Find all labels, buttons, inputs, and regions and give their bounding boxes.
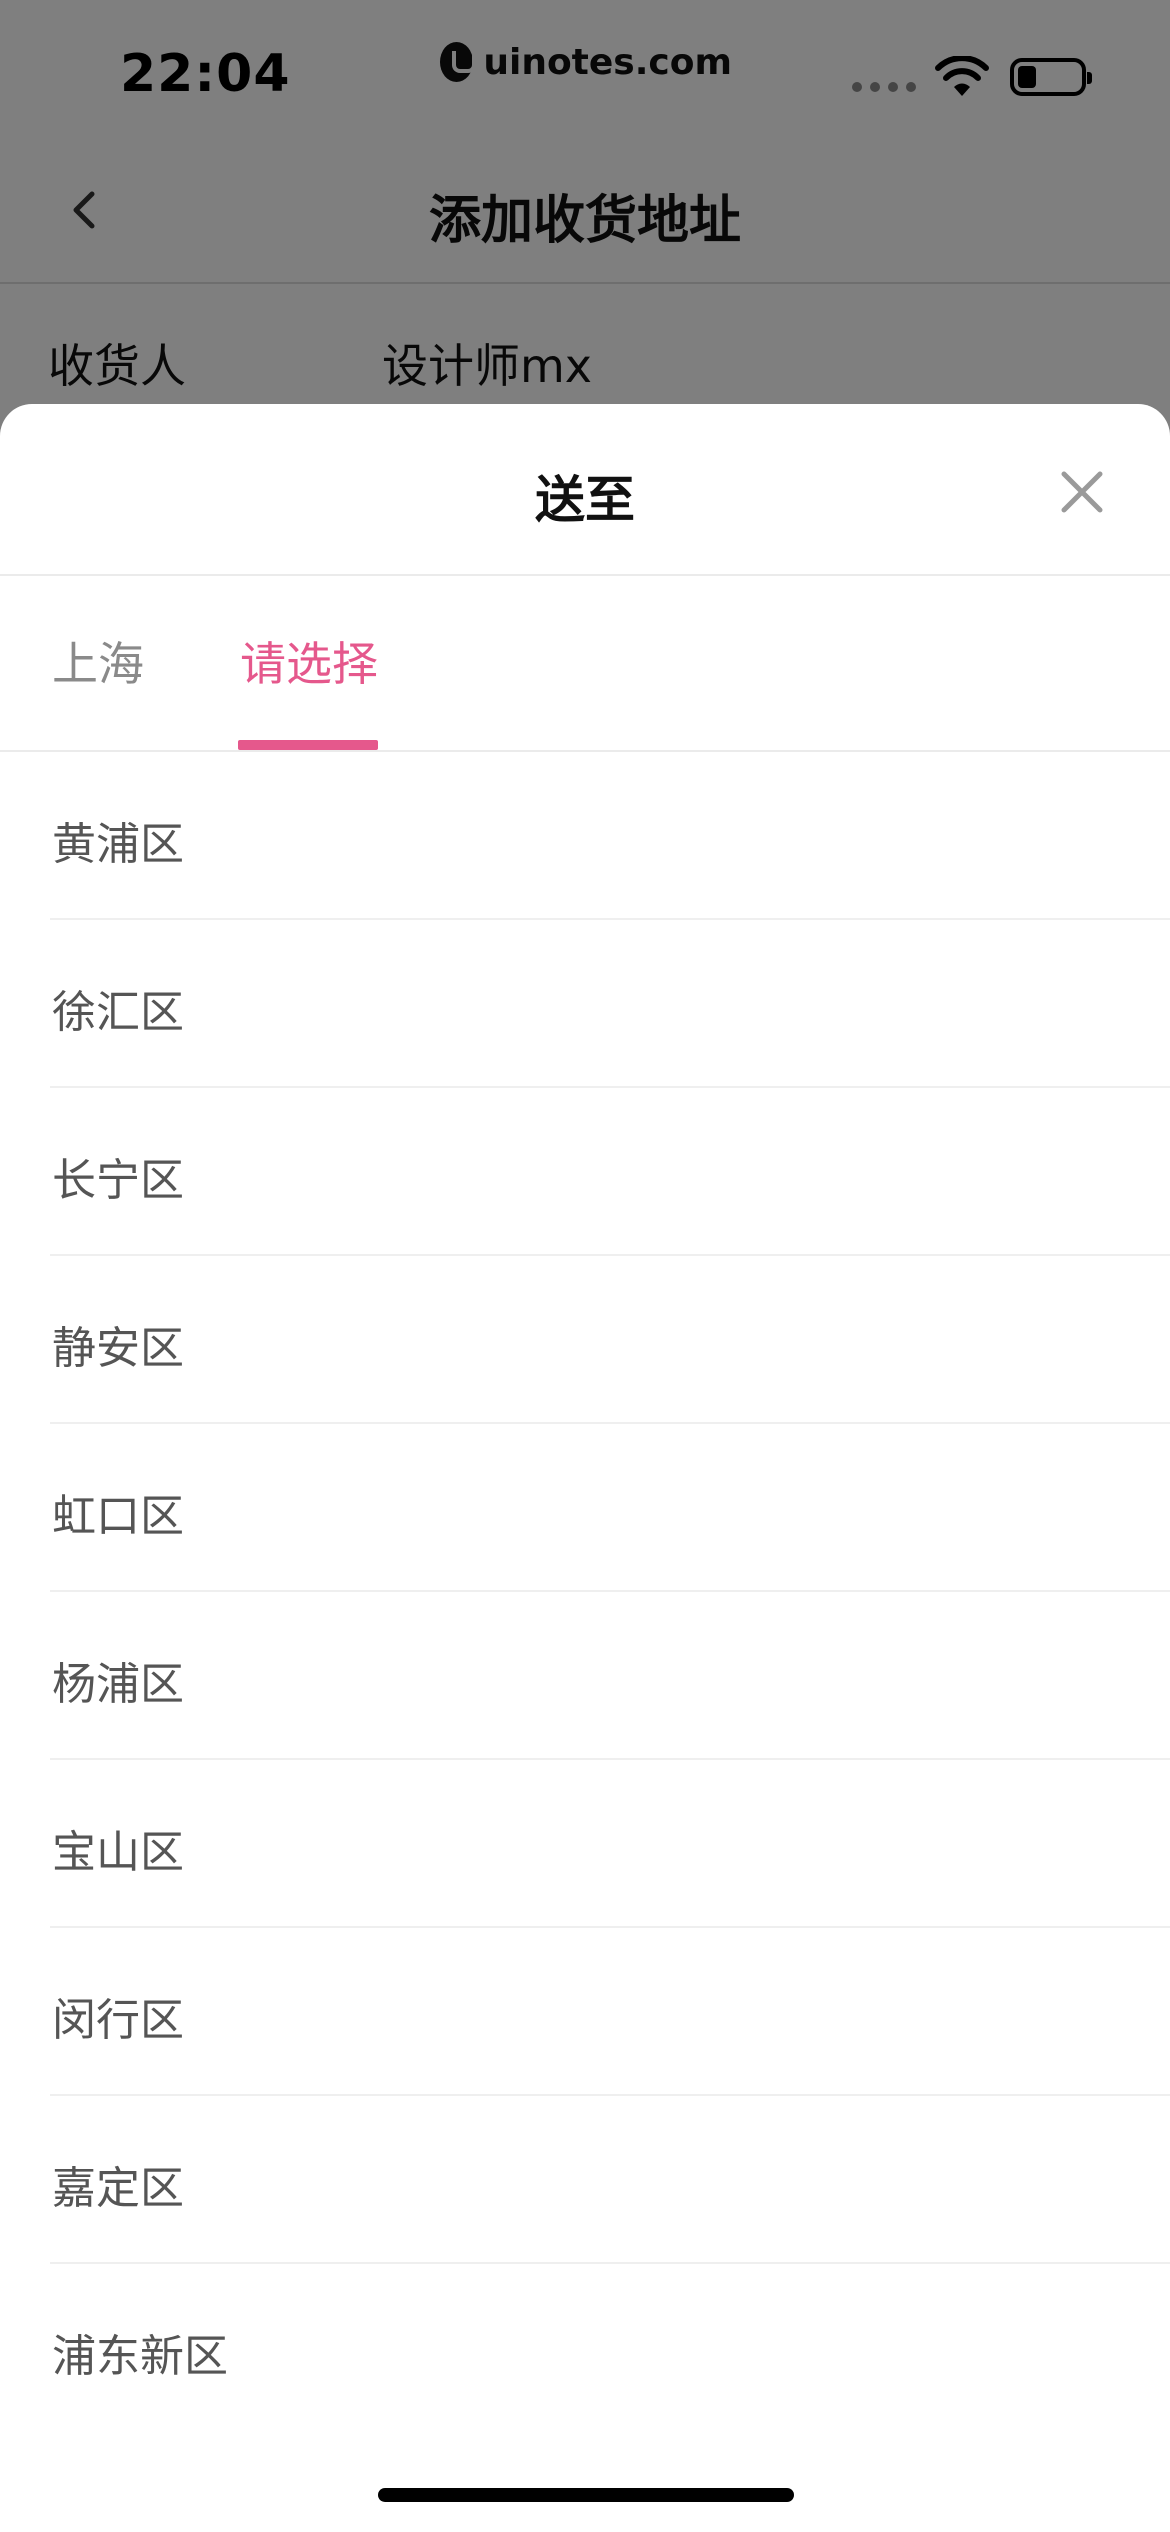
district-label: 杨浦区 — [52, 1659, 184, 1710]
list-item[interactable]: 虹口区 — [0, 1424, 1170, 1592]
list-item[interactable]: 宝山区 — [0, 1760, 1170, 1928]
region-picker-sheet: 送至 上海 请选择 黄浦区 徐汇区 长宁区 静安区 虹口区 杨浦区 宝山区 闵行… — [0, 404, 1170, 2532]
list-item[interactable]: 徐汇区 — [0, 920, 1170, 1088]
district-label: 宝山区 — [52, 1827, 184, 1878]
district-label: 徐汇区 — [52, 987, 184, 1038]
region-tabs: 上海 请选择 — [0, 576, 1170, 752]
list-item[interactable]: 静安区 — [0, 1256, 1170, 1424]
tab-district[interactable]: 请选择 — [240, 628, 378, 694]
sheet-header: 送至 — [0, 404, 1170, 576]
tab-province[interactable]: 上海 — [52, 628, 144, 694]
district-label: 虹口区 — [52, 1491, 184, 1542]
close-icon[interactable] — [1058, 468, 1106, 516]
list-item[interactable]: 杨浦区 — [0, 1592, 1170, 1760]
list-item[interactable]: 黄浦区 — [0, 752, 1170, 920]
district-list: 黄浦区 徐汇区 长宁区 静安区 虹口区 杨浦区 宝山区 闵行区 嘉定区 浦东新区 — [0, 752, 1170, 2432]
list-item[interactable]: 浦东新区 — [0, 2264, 1170, 2432]
district-label: 长宁区 — [52, 1155, 184, 1206]
district-label: 静安区 — [52, 1323, 184, 1374]
sheet-title: 送至 — [535, 471, 635, 529]
home-indicator[interactable] — [378, 2488, 794, 2502]
active-tab-indicator — [238, 740, 378, 750]
list-item[interactable]: 长宁区 — [0, 1088, 1170, 1256]
list-item[interactable]: 闵行区 — [0, 1928, 1170, 2096]
district-label: 黄浦区 — [52, 819, 184, 870]
district-label: 闵行区 — [52, 1995, 184, 2046]
district-label: 嘉定区 — [52, 2163, 184, 2214]
list-item[interactable]: 嘉定区 — [0, 2096, 1170, 2264]
district-label: 浦东新区 — [52, 2331, 228, 2382]
